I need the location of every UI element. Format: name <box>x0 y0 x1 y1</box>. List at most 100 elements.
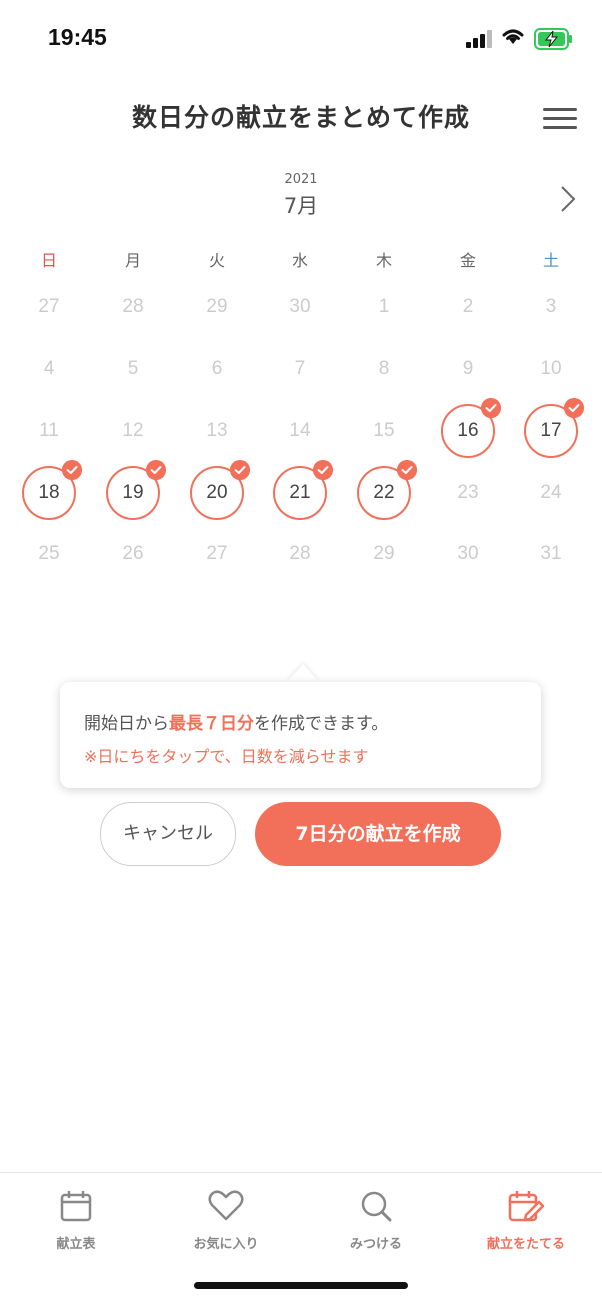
check-icon <box>481 398 501 418</box>
calendar-day[interactable]: 27 <box>190 527 244 581</box>
tooltip-arrow <box>287 664 319 682</box>
day-number: 25 <box>38 543 60 564</box>
calendar-day[interactable]: 28 <box>106 280 160 334</box>
calendar-day[interactable]: 25 <box>22 527 76 581</box>
tooltip-line-1: 開始日から最長７日分を作成できます。 <box>84 709 388 734</box>
calendar-day[interactable]: 4 <box>22 342 76 396</box>
menu-icon[interactable] <box>543 108 577 130</box>
day-number: 28 <box>122 296 144 317</box>
calendar-day-selected[interactable]: 22 <box>357 460 417 520</box>
calendar-icon <box>60 1191 92 1222</box>
tooltip-text-suffix: を作成できます。 <box>254 714 389 734</box>
day-number: 14 <box>289 420 311 441</box>
calendar-day[interactable]: 13 <box>190 404 244 458</box>
page-title: 数日分の献立をまとめて作成 <box>131 103 470 132</box>
day-number: 5 <box>127 358 139 379</box>
status-time: 19:45 <box>48 24 107 50</box>
calendar-day-selected[interactable]: 17 <box>524 398 584 458</box>
calendar-day[interactable]: 10 <box>524 342 578 396</box>
calendar-day[interactable]: 29 <box>190 280 244 334</box>
home-indicator <box>194 1282 408 1289</box>
heart-icon <box>208 1190 244 1221</box>
day-number: 9 <box>462 358 474 379</box>
battery-charging-icon <box>534 28 572 50</box>
weekday-label: 日 <box>40 251 57 270</box>
calendar-day-selected[interactable]: 18 <box>22 460 82 520</box>
calendar-day[interactable]: 14 <box>273 404 327 458</box>
calendar-day[interactable]: 9 <box>441 342 495 396</box>
tooltip-line-2: ※日にちをタップで、日数を減らせます <box>84 747 369 766</box>
calendar-day-selected[interactable]: 20 <box>190 460 250 520</box>
calendar-day-selected[interactable]: 21 <box>273 460 333 520</box>
calendar-day[interactable]: 23 <box>441 466 495 520</box>
day-number: 11 <box>39 420 59 441</box>
day-number: 23 <box>457 482 479 503</box>
day-number: 30 <box>289 296 311 317</box>
calendar-day[interactable]: 7 <box>273 342 327 396</box>
calendar-day[interactable]: 30 <box>273 280 327 334</box>
day-number: 10 <box>540 358 562 379</box>
calendar-day[interactable]: 11 <box>22 404 76 458</box>
weekday-label: 木 <box>375 251 392 270</box>
day-number: 15 <box>373 420 395 441</box>
info-tooltip: 開始日から最長７日分を作成できます。 ※日にちをタップで、日数を減らせます <box>60 682 541 788</box>
calendar-day[interactable]: 31 <box>524 527 578 581</box>
calendar-day[interactable]: 26 <box>106 527 160 581</box>
calendar-day[interactable]: 5 <box>106 342 160 396</box>
day-number: 2 <box>462 296 474 317</box>
calendar-day[interactable]: 3 <box>524 280 578 334</box>
calendar-day-selected[interactable]: 19 <box>106 460 166 520</box>
calendar-day[interactable]: 2 <box>441 280 495 334</box>
calendar-day[interactable]: 28 <box>273 527 327 581</box>
day-number: 18 <box>38 482 60 503</box>
day-number: 27 <box>206 543 228 564</box>
day-number: 27 <box>38 296 60 317</box>
calendar-day[interactable]: 30 <box>441 527 495 581</box>
day-number: 24 <box>540 482 562 503</box>
calendar-day[interactable]: 24 <box>524 466 578 520</box>
weekday-label: 金 <box>459 251 476 270</box>
day-number: 29 <box>373 543 395 564</box>
day-number: 29 <box>206 296 228 317</box>
day-number: 21 <box>289 482 311 503</box>
tab-favorites[interactable]: お気に入り <box>166 1189 286 1252</box>
tooltip-highlight: 最長７日分 <box>169 714 254 734</box>
day-number: 3 <box>545 296 557 317</box>
calendar-day[interactable]: 27 <box>22 280 76 334</box>
calendar-day[interactable]: 8 <box>357 342 411 396</box>
check-icon <box>313 460 333 480</box>
tab-menu-table[interactable]: 献立表 <box>16 1189 136 1252</box>
calendar-day[interactable]: 12 <box>106 404 160 458</box>
calendar-day[interactable]: 1 <box>357 280 411 334</box>
check-icon <box>62 460 82 480</box>
calendar-day[interactable]: 29 <box>357 527 411 581</box>
create-menu-button[interactable]: 7日分の献立を作成 <box>255 802 501 866</box>
calendar-day[interactable]: 6 <box>190 342 244 396</box>
status-bar: 19:45 <box>0 0 602 78</box>
tab-discover[interactable]: みつける <box>316 1189 436 1252</box>
day-number: 8 <box>378 358 390 379</box>
tab-label: お気に入り <box>193 1237 259 1252</box>
day-number: 7 <box>294 358 306 379</box>
day-number: 17 <box>540 420 562 441</box>
tooltip-text-prefix: 開始日から <box>84 714 169 734</box>
tab-label: 献立表 <box>56 1237 96 1252</box>
day-number: 30 <box>457 543 479 564</box>
search-icon <box>361 1191 392 1222</box>
weekday-label: 土 <box>542 251 559 270</box>
calendar-day-selected[interactable]: 16 <box>441 398 501 458</box>
cancel-button[interactable]: キャンセル <box>100 802 236 866</box>
chevron-right-icon[interactable] <box>556 184 580 214</box>
tab-label: 献立をたてる <box>486 1237 565 1252</box>
tab-plan-menu[interactable]: 献立をたてる <box>466 1189 586 1252</box>
check-icon <box>397 460 417 480</box>
weekday-label: 月 <box>124 251 141 270</box>
cellular-signal-icon <box>466 30 492 48</box>
day-number: 12 <box>122 420 144 441</box>
calendar-edit-icon <box>508 1191 545 1222</box>
calendar-day[interactable]: 15 <box>357 404 411 458</box>
calendar-month: 7月 <box>283 194 319 218</box>
wifi-icon <box>502 29 524 44</box>
day-number: 20 <box>206 482 228 503</box>
check-icon <box>146 460 166 480</box>
